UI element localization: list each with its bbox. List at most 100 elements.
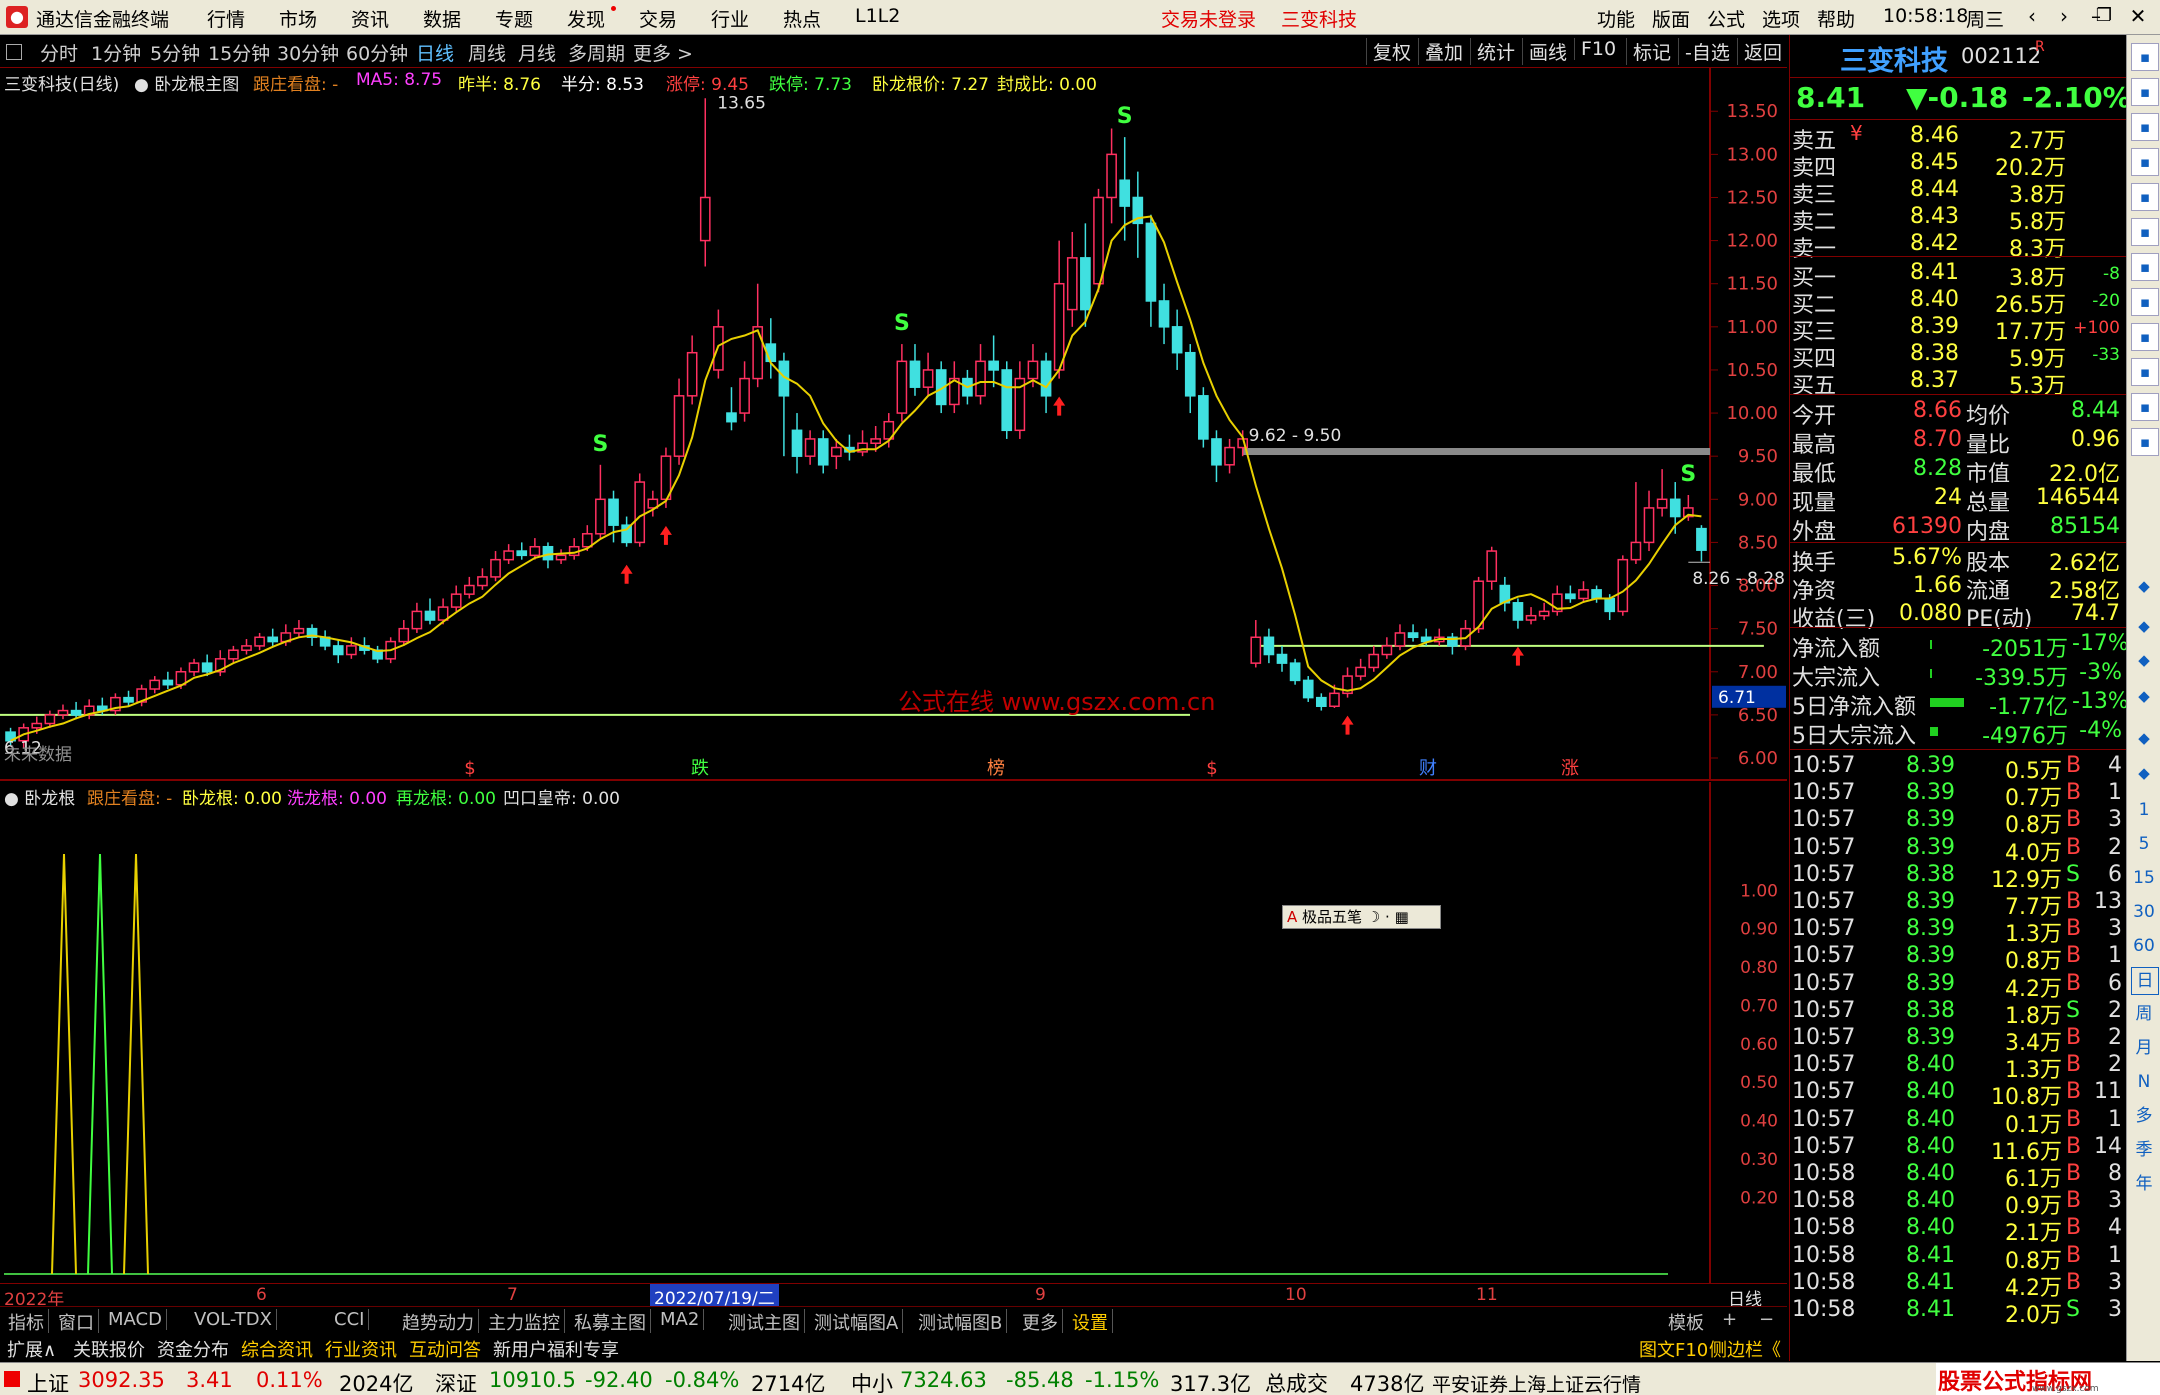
side-tab[interactable]: 侧边栏《 [1706, 1336, 1784, 1362]
move-icon[interactable]: ◆ [2131, 647, 2157, 673]
close-icon[interactable]: ✕ [2120, 2, 2156, 30]
menu-hangye[interactable]: 行业 [711, 5, 749, 32]
bid-row[interactable]: 买五 8.37 5.3万 [1790, 368, 2126, 399]
trade-login-link[interactable]: 交易未登录 [1161, 5, 1256, 32]
pen-icon[interactable]: ◆ [2131, 683, 2157, 709]
menu-hangqing[interactable]: 行情 [207, 5, 245, 32]
extension-tab[interactable]: 综合资讯 [238, 1336, 316, 1362]
period-30min[interactable]: 30分钟 [277, 39, 339, 66]
period-fenshi[interactable]: 分时 [40, 39, 78, 66]
grid2-icon[interactable]: ◆ [2131, 760, 2157, 786]
menu-faxian[interactable]: 发现 [567, 5, 605, 32]
table-icon[interactable]: ▪ [2131, 183, 2159, 211]
warning-icon[interactable]: ◆ [2131, 573, 2157, 599]
expand-icon[interactable]: ▪ [2131, 43, 2159, 71]
period-60min[interactable]: 60分钟 [346, 39, 408, 66]
maximize-icon[interactable]: ❐ [2086, 2, 2122, 30]
indicator-tab[interactable]: 测试幅图A [810, 1309, 904, 1335]
stock-name-link[interactable]: 三变科技 [1281, 5, 1357, 32]
tool-fanhui[interactable]: 返回 [1737, 38, 1782, 65]
period-shortcut[interactable]: 1 [2131, 797, 2157, 823]
indicator-tab[interactable]: CCI [330, 1309, 370, 1330]
menu-redian[interactable]: 热点 [783, 5, 821, 32]
menu-shuju[interactable]: 数据 [423, 5, 461, 32]
main-chart[interactable]: 三变科技(日线) ● 卧龙根主图 跟庄看盘: - MA5: 8.75 昨半: 8… [0, 68, 1787, 781]
template-button[interactable]: 模板 [1664, 1309, 1708, 1335]
menu-zixun[interactable]: 资讯 [351, 5, 389, 32]
tool-zixuan[interactable]: -自选 [1678, 38, 1730, 65]
target-icon[interactable]: ▪ [2131, 428, 2159, 456]
period-multi[interactable]: 多周期 [568, 39, 625, 66]
extension-tab[interactable]: 关联报价 [70, 1336, 148, 1362]
period-weekly[interactable]: 周线 [468, 39, 506, 66]
period-shortcut[interactable]: N [2131, 1069, 2157, 1095]
period-shortcut[interactable]: 月 [2131, 1035, 2157, 1061]
indicator-tab[interactable]: 更多 [1018, 1309, 1063, 1335]
indicator-tab[interactable]: 指标 [4, 1309, 49, 1335]
extension-tab[interactable]: 行业资讯 [322, 1336, 400, 1362]
ime-toolbar[interactable]: A 极品五笔 ☽ · ▦ [1282, 905, 1441, 929]
tool-huaxian[interactable]: 画线 [1522, 38, 1567, 65]
panel-toggle-icon[interactable] [6, 44, 22, 60]
menu-zhuanti[interactable]: 专题 [495, 5, 533, 32]
period-shortcut[interactable]: 季 [2131, 1137, 2157, 1163]
grid-icon[interactable]: ▪ [2131, 148, 2159, 176]
ask-row[interactable]: 卖四 8.45 20.2万 [1790, 150, 2126, 181]
menu-jiaoyi[interactable]: 交易 [639, 5, 677, 32]
side-tab[interactable]: 图文F10 [1636, 1336, 1711, 1362]
period-5min[interactable]: 5分钟 [150, 39, 200, 66]
ask-row[interactable]: 卖三 8.44 3.8万 [1790, 177, 2126, 208]
f2-icon[interactable]: ▪ [2131, 393, 2159, 421]
indicator-tab[interactable]: 趋势动力 [398, 1309, 479, 1335]
bid-row[interactable]: 买四 8.38 5.9万 -33 [1790, 341, 2126, 372]
tool-biaoji[interactable]: 标记 [1626, 38, 1671, 65]
tool-fuquan[interactable]: 复权 [1366, 38, 1411, 65]
bid-row[interactable]: 买三 8.39 17.7万 +100 [1790, 314, 2126, 345]
template-button[interactable]: − [1755, 1309, 1778, 1330]
rsi-icon[interactable]: ◆ [2131, 613, 2157, 639]
indicator-tab[interactable]: MA2 [656, 1309, 705, 1330]
indicator-tab[interactable]: MACD [104, 1309, 167, 1330]
forward-icon[interactable]: › [2046, 2, 2082, 30]
period-1min[interactable]: 1分钟 [91, 39, 141, 66]
menu-shichang[interactable]: 市场 [279, 5, 317, 32]
period-shortcut[interactable]: 30 [2131, 899, 2157, 925]
tool-tongji[interactable]: 统计 [1470, 38, 1515, 65]
sh-label[interactable]: 上证 [27, 1368, 69, 1395]
indicator-tab[interactable]: 窗口 [54, 1309, 99, 1335]
back-icon[interactable]: ‹ [2014, 2, 2050, 30]
up-icon[interactable]: ▪ [2131, 78, 2159, 106]
menu-gongneng[interactable]: 功能 [1597, 5, 1635, 32]
candlestick-chart[interactable]: 13.50 13.00 12.50 12.00 11.50 11.00 10.50 10.00… [0, 68, 1787, 781]
tool-f10[interactable]: F10 [1574, 38, 1616, 60]
indicator-tab[interactable]: 设置 [1068, 1309, 1113, 1335]
period-15min[interactable]: 15分钟 [208, 39, 270, 66]
indicator-tab[interactable]: 测试幅图B [914, 1309, 1008, 1335]
period-shortcut[interactable]: 日 [2131, 967, 2159, 995]
sub-indicator-chart[interactable]: 1.00 0.90 0.80 0.70 0.60 0.50 0.40 0.30 0.20 [0, 782, 1787, 1287]
period-shortcut[interactable]: 多 [2131, 1103, 2157, 1129]
period-daily[interactable]: 日线 [416, 39, 454, 66]
extension-tab[interactable]: 互动问答 [406, 1336, 484, 1362]
period-shortcut[interactable]: 年 [2131, 1171, 2157, 1197]
period-shortcut[interactable]: 15 [2131, 865, 2157, 891]
sub-chart[interactable]: ● 卧龙根 跟庄看盘: - 卧龙根: 0.00 洗龙根: 0.00 再龙根: 0… [0, 782, 1787, 1287]
menu-banmian[interactable]: 版面 [1652, 5, 1690, 32]
period-shortcut[interactable]: 周 [2131, 1001, 2157, 1027]
fs-icon[interactable]: ◆ [2131, 725, 2157, 751]
indicator-tab[interactable]: VOL-TDX [190, 1309, 277, 1330]
indicator-tab[interactable]: 私募主图 [570, 1309, 651, 1335]
line-icon[interactable]: ▪ [2131, 218, 2159, 246]
list-icon[interactable]: ▪ [2131, 288, 2159, 316]
zx-label[interactable]: 中小 [851, 1368, 893, 1395]
ask-row[interactable]: 卖五 8.46 2.7万 [1790, 123, 2126, 154]
extension-tab[interactable]: 新用户福利专享 [490, 1336, 622, 1362]
rank-icon[interactable]: ▪ [2131, 358, 2159, 386]
period-shortcut[interactable]: 60 [2131, 933, 2157, 959]
menu-l1l2[interactable]: L1L2 [855, 5, 900, 27]
bid-row[interactable]: 买一 8.41 3.8万 -8 [1790, 260, 2126, 291]
down-icon[interactable]: ▪ [2131, 113, 2159, 141]
menu-xuanxiang[interactable]: 选项 [1762, 5, 1800, 32]
ask-row[interactable]: 卖一 8.42 8.3万 [1790, 231, 2126, 262]
period-shortcut[interactable]: 5 [2131, 831, 2157, 857]
